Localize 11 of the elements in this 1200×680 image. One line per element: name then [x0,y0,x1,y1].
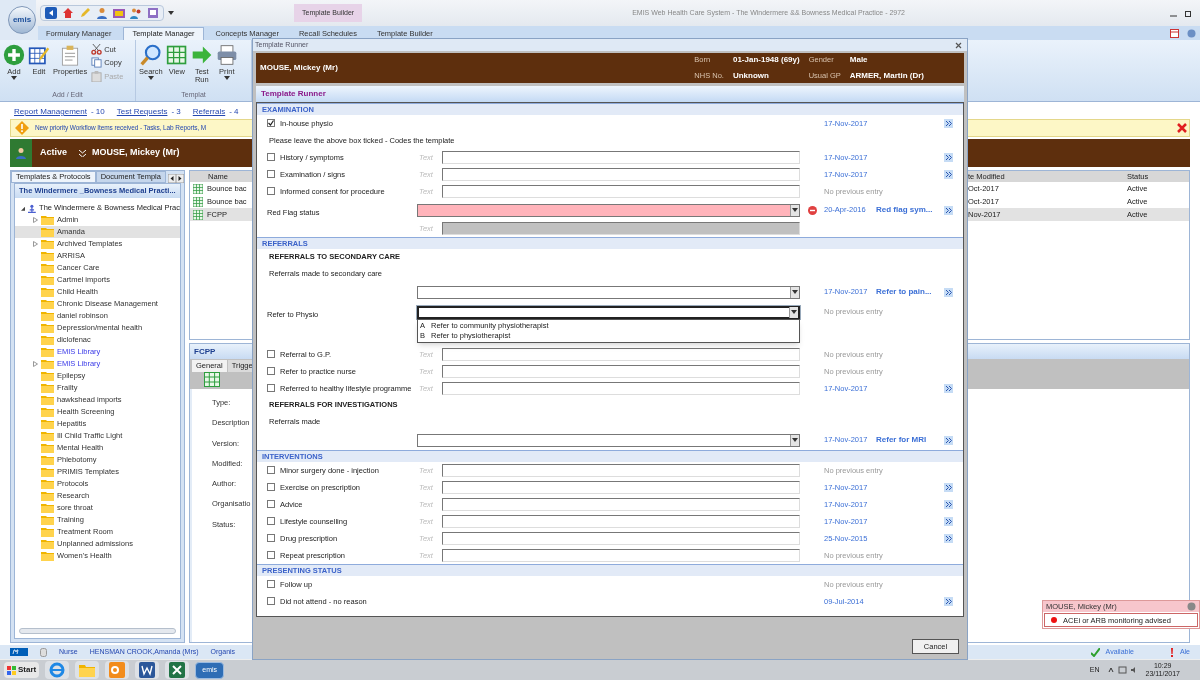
detail-value: Unknown [732,70,770,82]
detail-value: ARMER, Martin (Dr) [849,70,924,82]
item-count: - 4 [229,106,239,118]
form-heading: Template Runner [261,88,326,100]
patient-name: MOUSE, Mickey (Mr) [260,62,338,74]
item-count: - 10 [90,106,105,118]
item-count: - 3 [171,106,181,118]
patient-status: Active [40,146,67,160]
detail-value: 01-Jan-1948 (69y) [732,54,800,66]
patient-name: MOUSE, Mickey (Mr) [92,146,180,160]
detail-value: Male [849,54,869,66]
